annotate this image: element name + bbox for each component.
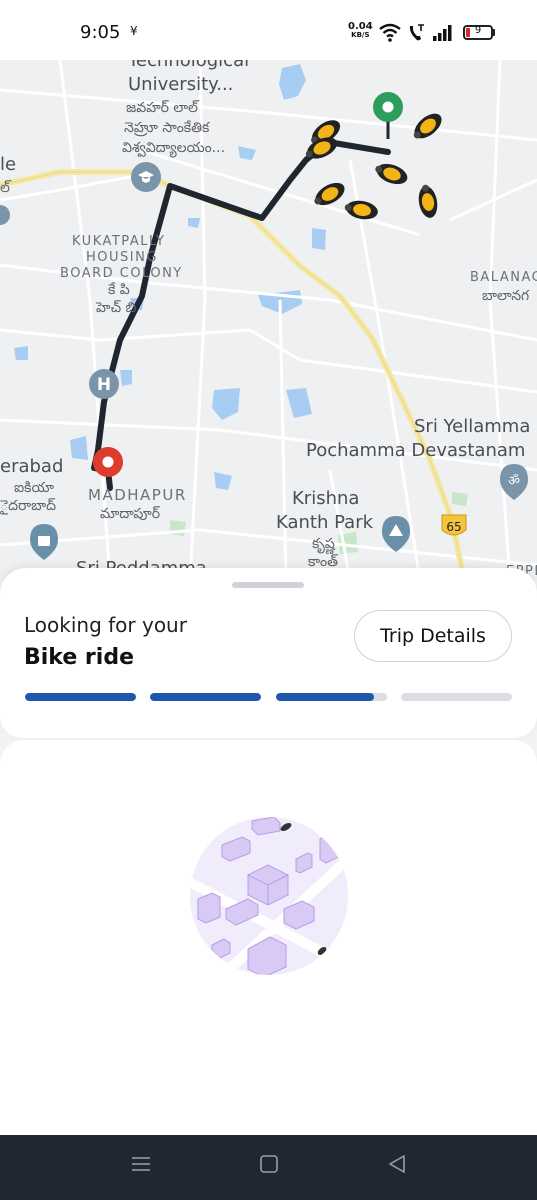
status-time: 9:05: [80, 22, 121, 43]
search-progress-4: [401, 693, 512, 701]
map-label-hyderabad-te-1: ఐకియా: [14, 480, 54, 496]
home-icon[interactable]: [258, 1153, 280, 1175]
map-label-balanagar: BALANAG: [470, 270, 537, 285]
map-pin-icon[interactable]: [0, 205, 10, 225]
sheet-drag-handle[interactable]: [232, 582, 304, 588]
map-label-hyderabad: erabad: [0, 456, 64, 477]
back-icon[interactable]: [386, 1153, 408, 1175]
illustration-card: [0, 740, 537, 1136]
road-shield: 65: [441, 514, 467, 536]
search-status-line2: Bike ride: [24, 645, 134, 670]
drop-pin-icon[interactable]: [93, 447, 123, 477]
map-label-madhapur: MADHAPUR: [88, 486, 187, 504]
map-label-university-1: Technological: [128, 60, 250, 71]
map-label-balanagar-te: బాలానగ: [482, 288, 530, 304]
battery-level: 9: [474, 25, 482, 36]
pickup-pin-icon[interactable]: [373, 92, 403, 139]
status-bar: 9:05 ¥ 0.04 KB/S 9: [0, 0, 537, 60]
bike-icon: [314, 182, 345, 206]
search-status-line1: Looking for your: [24, 613, 187, 637]
map-label-krishna-2: Kanth Park: [276, 512, 374, 533]
bike-markers: [305, 113, 442, 220]
road-shield-label: 65: [446, 520, 461, 534]
shopping-icon[interactable]: [30, 524, 58, 560]
map-label-left-1: le: [0, 154, 17, 175]
education-pin-icon[interactable]: [131, 162, 161, 192]
svg-text:H: H: [97, 375, 111, 395]
map-label-yellamma-2: Pochamma Devastanam: [306, 440, 526, 461]
map-label-hyderabad-te-2: ైదరాబాద్: [0, 498, 56, 514]
bike-icon: [344, 200, 378, 220]
park-icon[interactable]: [382, 516, 410, 552]
map-label-left-2: ల్: [0, 180, 10, 196]
city-search-illustration: [190, 817, 348, 975]
network-speed: 0.04 KB/S: [348, 22, 373, 40]
map-label-kukatpally-1: KUKATPALLY: [72, 234, 166, 249]
map-canvas: 65 H ॐ: [0, 60, 537, 580]
system-nav-bar: [0, 1135, 537, 1200]
map-label-kukatpally-te-1: కే పి: [108, 282, 130, 298]
signal-icon: [433, 25, 452, 41]
search-progress-3: [276, 693, 387, 701]
trip-details-button[interactable]: Trip Details: [354, 610, 512, 662]
map-label-kukatpally-2: HOUSING: [86, 250, 158, 265]
map-view[interactable]: 65 H ॐ Technological University... జవహర్…: [0, 60, 537, 580]
menu-icon[interactable]: [130, 1153, 152, 1175]
vibrate-icon: ¥: [130, 24, 138, 38]
ride-search-sheet: Looking for your Bike ride Trip Details: [0, 568, 537, 738]
bike-icon: [418, 184, 438, 218]
map-label-university-te-2: నెహ్రూ సాంకేతిక: [124, 120, 210, 136]
map-label-university-2: University...: [128, 74, 234, 95]
svg-text:ॐ: ॐ: [508, 474, 520, 489]
search-progress-1: [25, 693, 136, 701]
network-speed-unit: KB/S: [351, 31, 370, 39]
network-speed-value: 0.04: [348, 21, 373, 32]
volte-call-icon: [409, 24, 424, 41]
route-line: [91, 139, 391, 491]
map-label-krishna-te-1: కృష్ణ: [312, 536, 335, 552]
map-label-yellamma-1: Sri Yellamma: [414, 416, 531, 437]
search-progress-2: [150, 693, 261, 701]
map-label-university-te-1: జవహర్ లాల్: [126, 100, 198, 116]
battery-icon: 9: [463, 25, 493, 40]
hospital-icon[interactable]: H: [89, 369, 119, 399]
wifi-icon: [379, 23, 401, 42]
bike-icon: [375, 163, 408, 185]
map-label-kukatpally-3: BOARD COLONY: [60, 266, 183, 281]
map-label-krishna-1: Krishna: [292, 488, 360, 509]
map-label-kukatpally-te-2: హెచ్ బి: [96, 300, 137, 316]
map-label-university-te-3: విశ్వవిద్యాలయం...: [122, 140, 226, 156]
map-label-madhapur-te: మాదాపూర్: [100, 506, 161, 522]
